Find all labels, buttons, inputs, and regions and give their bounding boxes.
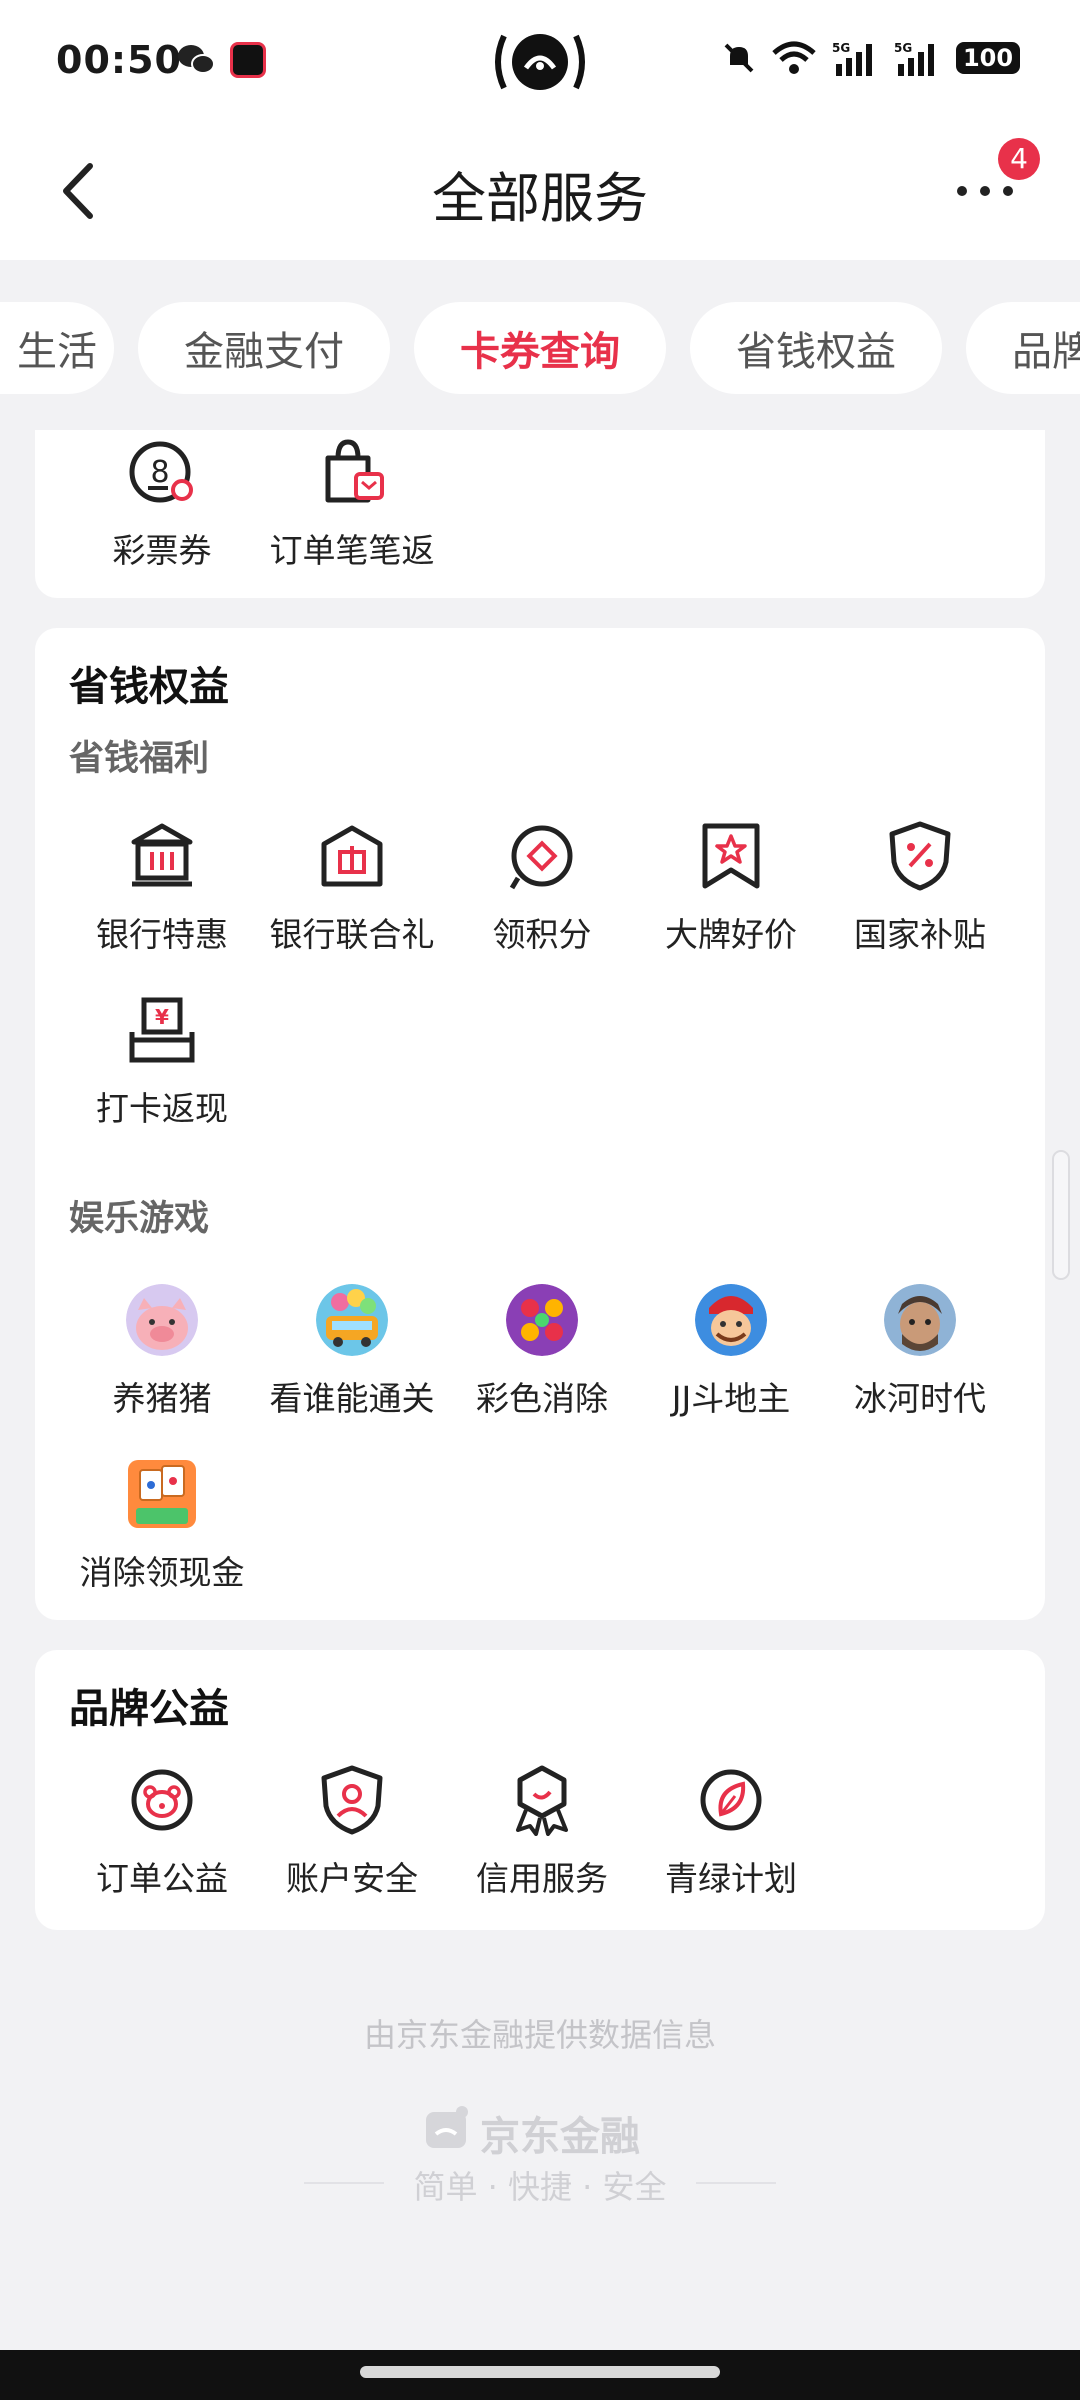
status-bar: 00:50 5G 5G 100: [0, 0, 1080, 120]
wechat-icon: [178, 45, 215, 74]
svg-text:5G: 5G: [832, 41, 850, 55]
jj-landlord-item[interactable]: JJ斗地主: [636, 1284, 826, 1434]
bus-avatar-icon: [316, 1284, 388, 1356]
mahjong-tile-icon: [128, 1460, 196, 1528]
order-charity-item[interactable]: 订单公益: [67, 1764, 257, 1914]
match-cash-item[interactable]: 消除领现金: [67, 1458, 257, 1608]
nav-bar: 全部服务 4: [0, 120, 1080, 260]
landlord-avatar-icon: [695, 1284, 767, 1356]
brand-deals-item[interactable]: 大牌好价: [636, 820, 826, 970]
cash-back-icon: ¥: [129, 997, 195, 1063]
bank-discount-item[interactable]: 银行特惠: [67, 820, 257, 970]
signal-5g-icon-1: 5G: [832, 41, 872, 76]
notification-icons: [176, 42, 266, 78]
jd-finance-logo: 京东金融: [420, 2100, 660, 2160]
green-plan-item[interactable]: 青绿计划: [636, 1764, 826, 1914]
welfare-subtitle: 省钱福利: [69, 739, 210, 779]
scrollbar-thumb[interactable]: [1052, 1150, 1070, 1280]
coupon-card: 8 彩票券 订单笔笔返: [35, 430, 1045, 598]
brand-name: 京东金融: [480, 2114, 640, 2160]
percent-shield-icon: [889, 821, 951, 891]
brand-section-title: 品牌公益: [69, 1686, 229, 1732]
candy-avatar-icon: [506, 1284, 578, 1356]
savings-benefits-card: 省钱权益 省钱福利 银行特惠 银行联合礼 领积分 大牌好价 国家补贴 ¥ 打卡返…: [35, 628, 1045, 1620]
hotspot-icon: [495, 34, 585, 90]
data-provider-note: 由京东金融提供数据信息: [363, 2016, 716, 2054]
system-indicators: 5G 5G 100: [722, 40, 1020, 76]
wifi-icon: [772, 41, 816, 74]
status-time: 00:50: [56, 38, 182, 82]
caveman-avatar-icon: [884, 1284, 956, 1356]
category-tabs: 生活 金融支付 卡券查询 省钱权益 品牌: [0, 260, 1080, 430]
notification-badge: 4: [998, 138, 1040, 180]
charity-bear-icon: [131, 1769, 193, 1831]
who-can-pass-item[interactable]: 看谁能通关: [257, 1284, 447, 1434]
tab-coupon-query[interactable]: 卡券查询: [414, 302, 666, 394]
shopping-bag-icon: [325, 439, 384, 503]
tiktok-icon: [230, 42, 266, 78]
check-in-cashback-item[interactable]: ¥ 打卡返现: [67, 994, 257, 1144]
earn-points-item[interactable]: 领积分: [447, 820, 637, 970]
svg-text:8: 8: [150, 455, 169, 490]
signal-5g-icon-2: 5G: [894, 41, 934, 76]
tab-savings-benefits[interactable]: 省钱权益: [690, 302, 942, 394]
bank-icon: [131, 823, 193, 887]
jd-mascot-icon: [426, 2106, 468, 2148]
credit-service-item[interactable]: 信用服务: [447, 1764, 637, 1914]
lottery-ticket-icon: 8: [129, 441, 193, 503]
battery-indicator: 100: [956, 42, 1020, 74]
lottery-ticket-item[interactable]: 8 彩票券: [67, 436, 257, 586]
mute-bell-icon: [724, 43, 754, 73]
raise-pig-item[interactable]: 养猪猪: [67, 1284, 257, 1434]
svg-text:¥: ¥: [155, 1005, 169, 1029]
account-shield-icon: [321, 1765, 383, 1835]
color-match-item[interactable]: 彩色消除: [447, 1284, 637, 1434]
ice-age-item[interactable]: 冰河时代: [825, 1284, 1015, 1434]
points-icon: [509, 825, 573, 890]
account-security-item[interactable]: 账户安全: [257, 1764, 447, 1914]
home-indicator[interactable]: [360, 2366, 720, 2378]
brand-slogan: 简单 · 快捷 · 安全: [413, 2168, 667, 2206]
order-rebate-item[interactable]: 订单笔笔返: [257, 436, 447, 586]
credit-badge-icon: [516, 1765, 568, 1836]
national-subsidy-item[interactable]: 国家补贴: [825, 820, 1015, 970]
brand-charity-card: 品牌公益 订单公益 账户安全 信用服务 青绿计划: [35, 1650, 1045, 1930]
tab-finance-payment[interactable]: 金融支付: [138, 302, 390, 394]
page-title: 全部服务: [432, 167, 648, 230]
star-ribbon-icon: [702, 823, 760, 889]
savings-section-title: 省钱权益: [69, 664, 229, 710]
tab-life[interactable]: 生活: [0, 302, 114, 394]
pig-avatar-icon: [126, 1284, 198, 1356]
leaf-icon: [700, 1769, 762, 1831]
svg-text:5G: 5G: [894, 41, 912, 55]
games-subtitle: 娱乐游戏: [69, 1199, 210, 1239]
bank-joint-gift-item[interactable]: 银行联合礼: [257, 820, 447, 970]
bank-gift-icon: [321, 825, 383, 887]
tab-brand[interactable]: 品牌: [966, 302, 1080, 394]
